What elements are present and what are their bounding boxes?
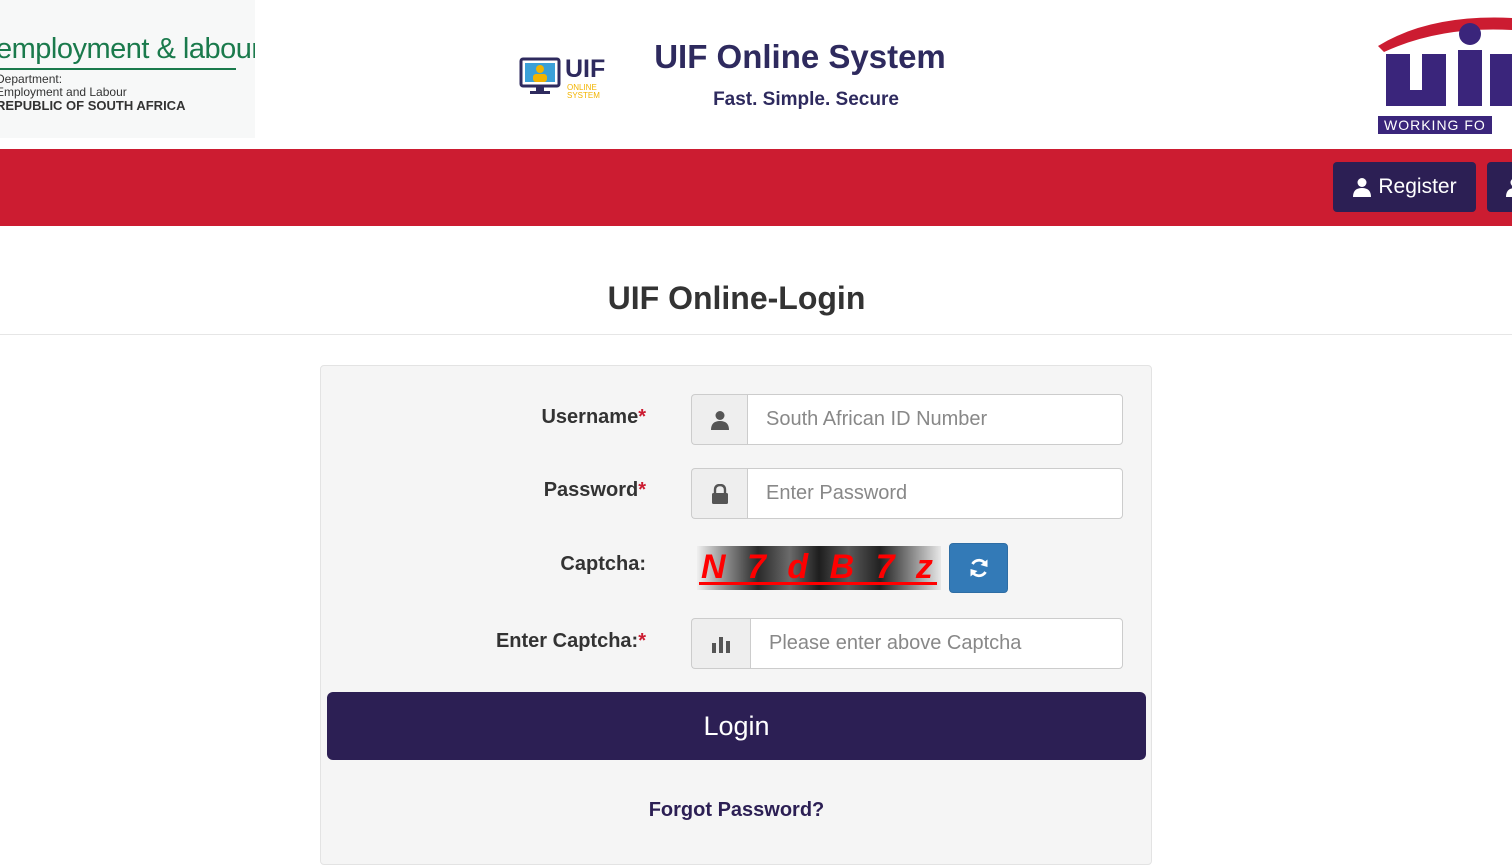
system-title: UIF Online System <box>600 38 1000 76</box>
department-logo-line2: Employment and Labour <box>0 85 127 99</box>
password-addon <box>691 468 747 519</box>
user-icon <box>1352 177 1372 197</box>
page-title: UIF Online-Login <box>0 280 1473 317</box>
login-button-label: Login <box>703 711 769 742</box>
uif-online-logo: UIF ONLINE SYSTEM <box>519 55 611 101</box>
system-tagline: Fast. Simple. Secure <box>606 89 1006 111</box>
department-logo-title: employment & labour <box>0 33 255 66</box>
lock-icon <box>711 484 729 504</box>
user-icon <box>1505 177 1512 197</box>
captcha-label: Captcha: <box>560 553 646 576</box>
username-label: Username* <box>541 406 646 429</box>
uif-online-logo-sub2: SYSTEM <box>567 91 600 100</box>
password-input-group <box>691 468 1123 519</box>
nav-bar <box>0 149 1512 226</box>
username-input-group <box>691 394 1123 445</box>
enter-captcha-label-text: Enter Captcha: <box>496 630 638 652</box>
password-input[interactable] <box>747 468 1123 519</box>
enter-captcha-addon <box>691 618 750 669</box>
department-logo: employment & labour Department: Employme… <box>0 0 255 138</box>
department-logo-rule <box>0 68 236 70</box>
department-logo-line3: REPUBLIC OF SOUTH AFRICA <box>0 98 185 113</box>
forgot-password-link[interactable]: Forgot Password? <box>327 799 1146 822</box>
password-label-text: Password <box>544 479 638 501</box>
uif-brand-logo: WORKING FO <box>1370 4 1512 138</box>
register-button[interactable]: Register <box>1333 162 1476 212</box>
captcha-image: N 7 d B 7 z <box>697 546 941 590</box>
username-input[interactable] <box>747 394 1123 445</box>
site-header: employment & labour Department: Employme… <box>0 0 1512 149</box>
department-logo-line1: Department: <box>0 72 62 86</box>
refresh-icon <box>968 557 990 579</box>
monitor-icon <box>519 57 563 97</box>
required-mark: * <box>638 479 646 501</box>
required-mark: * <box>638 406 646 428</box>
captcha-strike-line <box>699 582 937 585</box>
login-nav-button[interactable] <box>1487 162 1512 212</box>
username-label-text: Username <box>541 406 638 428</box>
enter-captcha-label: Enter Captcha:* <box>496 630 646 653</box>
user-icon <box>711 410 729 430</box>
captcha-input[interactable] <box>750 618 1123 669</box>
register-button-label: Register <box>1378 175 1456 199</box>
refresh-captcha-button[interactable] <box>949 543 1008 593</box>
username-addon <box>691 394 747 445</box>
bar-chart-icon <box>711 635 731 653</box>
enter-captcha-input-group <box>691 618 1123 669</box>
required-mark: * <box>638 630 646 652</box>
password-label: Password* <box>544 479 646 502</box>
uif-brand-slogan: WORKING FO <box>1378 116 1492 134</box>
login-button[interactable]: Login <box>327 692 1146 760</box>
title-divider <box>0 334 1512 335</box>
